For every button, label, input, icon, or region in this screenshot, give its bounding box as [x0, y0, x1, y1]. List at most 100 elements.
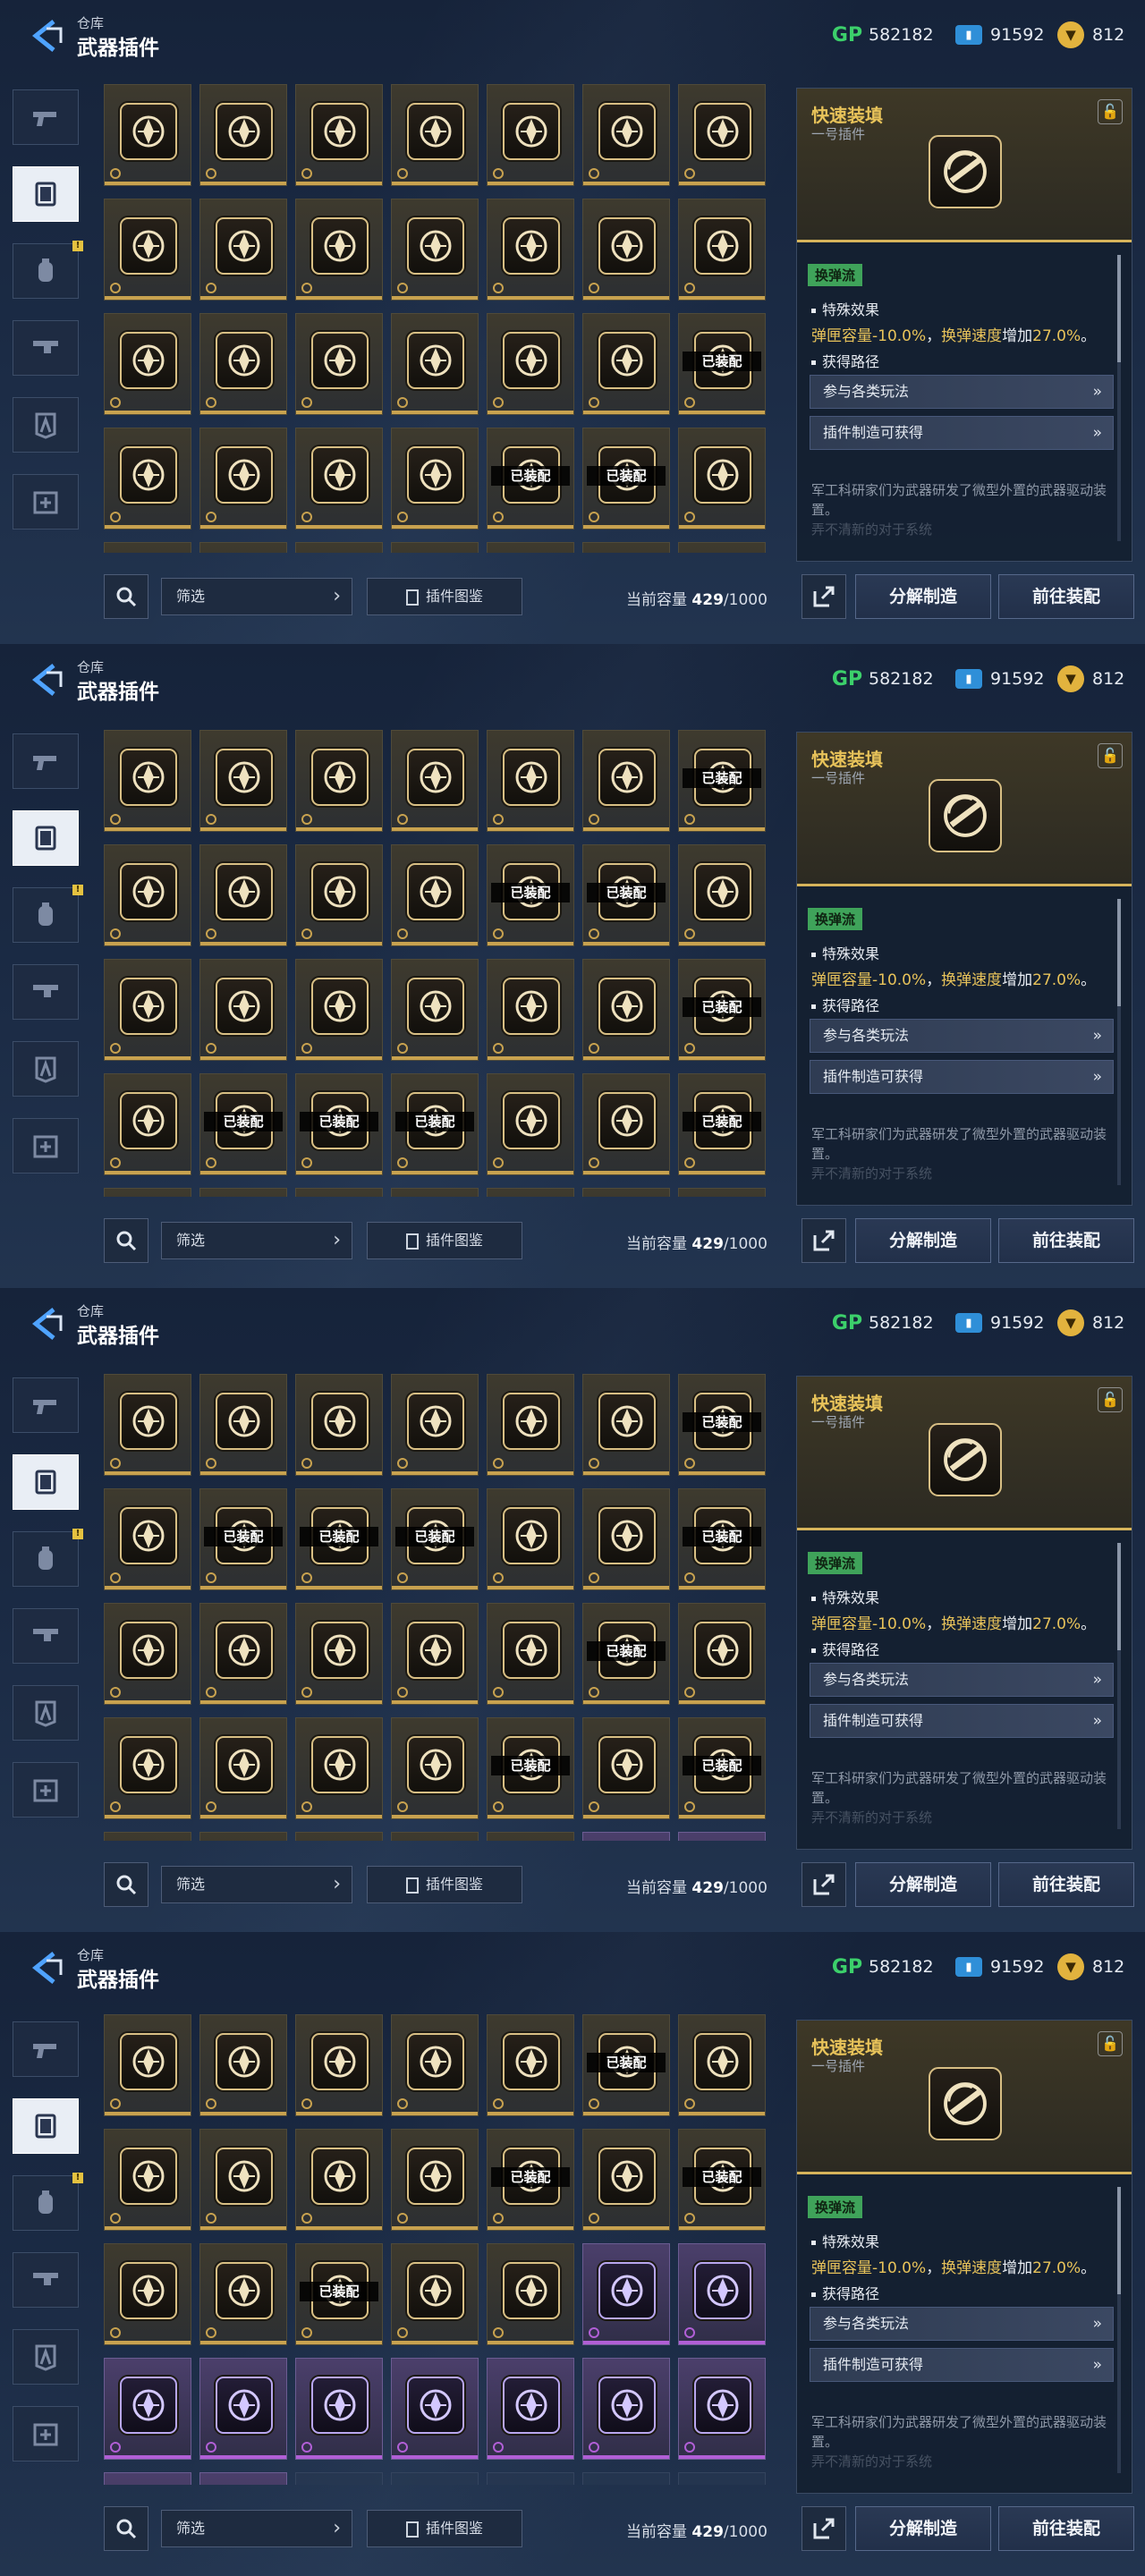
plugin-card[interactable]	[199, 730, 287, 832]
plugin-atlas-button[interactable]: 插件图鉴	[367, 2510, 522, 2547]
dismantle-button[interactable]: 分解制造	[855, 574, 991, 619]
category-tab-medkit[interactable]	[13, 2406, 79, 2462]
plugin-card[interactable]	[678, 844, 766, 946]
category-tab-grenade[interactable]: !	[13, 1529, 83, 1587]
plugin-card[interactable]	[104, 1188, 191, 1197]
plugin-card[interactable]	[104, 1717, 191, 1819]
plugin-card[interactable]	[391, 2129, 479, 2231]
plugin-card[interactable]	[678, 199, 766, 301]
category-tab-medkit[interactable]	[13, 1118, 79, 1174]
plugin-card[interactable]	[487, 2358, 574, 2460]
plugin-card[interactable]	[199, 2243, 287, 2345]
category-tab-armor[interactable]	[13, 397, 79, 453]
plugin-card[interactable]: 已装配	[582, 2014, 670, 2116]
plugin-card[interactable]	[199, 199, 287, 301]
plugin-card[interactable]: 已装配	[582, 1188, 670, 1197]
plugin-card[interactable]: 已装配	[295, 1073, 383, 1175]
plugin-card[interactable]	[199, 2014, 287, 2116]
plugin-card[interactable]	[104, 1374, 191, 1476]
plugin-card[interactable]	[199, 1717, 287, 1819]
plugin-card[interactable]	[295, 542, 383, 553]
dismantle-button[interactable]: 分解制造	[855, 1218, 991, 1263]
plugin-card[interactable]	[295, 1603, 383, 1705]
plugin-card[interactable]: 已装配	[678, 313, 766, 415]
plugin-card[interactable]	[582, 313, 670, 415]
plugin-card[interactable]	[104, 313, 191, 415]
plugin-card[interactable]: 已装配	[295, 1832, 383, 1841]
plugin-card[interactable]	[104, 542, 191, 553]
plugin-card[interactable]	[487, 1374, 574, 1476]
detail-scrollbar[interactable]	[1117, 1543, 1121, 1829]
detail-scrollbar[interactable]	[1117, 255, 1121, 541]
plugin-card[interactable]: 已装配	[582, 1603, 670, 1705]
plugin-card[interactable]	[487, 1188, 574, 1197]
category-tab-medkit[interactable]	[13, 1762, 79, 1818]
plugin-card[interactable]	[104, 84, 191, 186]
plugin-card[interactable]: 已装配	[487, 2129, 574, 2231]
category-tab-grenade[interactable]: !	[13, 885, 83, 943]
plugin-card[interactable]: 已装配	[678, 730, 766, 832]
plugin-card[interactable]	[391, 428, 479, 530]
category-tab-gun-module[interactable]	[13, 2252, 79, 2308]
plugin-grid[interactable]: 已装配已装配已装配已装配已装配已装配已装配已装配已装配已装配已装配已装配	[104, 1367, 784, 1841]
plugin-card[interactable]: 已装配	[391, 1488, 479, 1590]
search-button[interactable]	[104, 574, 148, 619]
plugin-card[interactable]	[104, 2358, 191, 2460]
plugin-card[interactable]	[199, 428, 287, 530]
filter-dropdown[interactable]: 筛选 ›	[161, 578, 352, 615]
category-tab-plugin-chip[interactable]	[13, 810, 79, 866]
plugin-card[interactable]	[199, 313, 287, 415]
category-tab-gun-module[interactable]	[13, 1608, 79, 1664]
plugin-card[interactable]: 已装配	[199, 1073, 287, 1175]
export-button[interactable]	[802, 574, 846, 619]
plugin-card[interactable]	[487, 84, 574, 186]
category-tab-pistol[interactable]	[13, 89, 79, 145]
plugin-card[interactable]: 已装配	[678, 2129, 766, 2231]
plugin-card[interactable]	[295, 730, 383, 832]
plugin-card[interactable]	[582, 1488, 670, 1590]
plugin-card[interactable]	[104, 2014, 191, 2116]
back-arrow-icon[interactable]	[27, 1948, 66, 1987]
plugin-card[interactable]	[295, 1188, 383, 1197]
plugin-card[interactable]: 已装配	[295, 2243, 383, 2345]
plugin-card[interactable]	[104, 2243, 191, 2345]
plugin-card[interactable]: 已装配	[678, 1374, 766, 1476]
plugin-card[interactable]	[487, 730, 574, 832]
plugin-card[interactable]: 已装配	[678, 959, 766, 1061]
category-tab-grenade[interactable]: !	[13, 2173, 83, 2231]
plugin-atlas-button[interactable]: 插件图鉴	[367, 578, 522, 615]
back-arrow-icon[interactable]	[27, 1304, 66, 1343]
plugin-card[interactable]	[487, 2014, 574, 2116]
plugin-card[interactable]	[199, 1832, 287, 1841]
plugin-card[interactable]	[391, 959, 479, 1061]
plugin-card[interactable]	[487, 1832, 574, 1841]
plugin-card[interactable]	[295, 2358, 383, 2460]
dismantle-button[interactable]: 分解制造	[855, 2506, 991, 2551]
plugin-card[interactable]	[487, 313, 574, 415]
plugin-card[interactable]	[678, 1832, 766, 1841]
plugin-card[interactable]: 已装配	[678, 1717, 766, 1819]
plugin-card[interactable]	[582, 1073, 670, 1175]
plugin-card[interactable]	[391, 2358, 479, 2460]
export-button[interactable]	[802, 1218, 846, 1263]
plugin-card[interactable]	[391, 84, 479, 186]
plugin-card[interactable]	[104, 1488, 191, 1590]
plugin-card[interactable]	[104, 844, 191, 946]
route-play-modes[interactable]: 参与各类玩法»	[810, 1663, 1114, 1697]
plugin-card[interactable]	[391, 313, 479, 415]
plugin-atlas-button[interactable]: 插件图鉴	[367, 1866, 522, 1903]
plugin-grid[interactable]: 已装配已装配已装配已装配已装配已装配已装配已装配已装配已装配已装配已装配	[104, 2011, 784, 2485]
plugin-card[interactable]	[199, 2129, 287, 2231]
route-play-modes[interactable]: 参与各类玩法»	[810, 1019, 1114, 1053]
plugin-card[interactable]	[487, 542, 574, 553]
plugin-card[interactable]: 已装配	[487, 844, 574, 946]
plugin-card[interactable]: 已装配	[582, 844, 670, 946]
route-crafting[interactable]: 插件制造可获得»	[810, 416, 1114, 450]
plugin-card[interactable]	[391, 1188, 479, 1197]
category-tab-pistol[interactable]	[13, 2021, 79, 2077]
export-button[interactable]	[802, 2506, 846, 2551]
go-equip-button[interactable]: 前往装配	[998, 2506, 1134, 2551]
plugin-card[interactable]	[582, 730, 670, 832]
dismantle-button[interactable]: 分解制造	[855, 1862, 991, 1907]
plugin-card[interactable]	[199, 1188, 287, 1197]
